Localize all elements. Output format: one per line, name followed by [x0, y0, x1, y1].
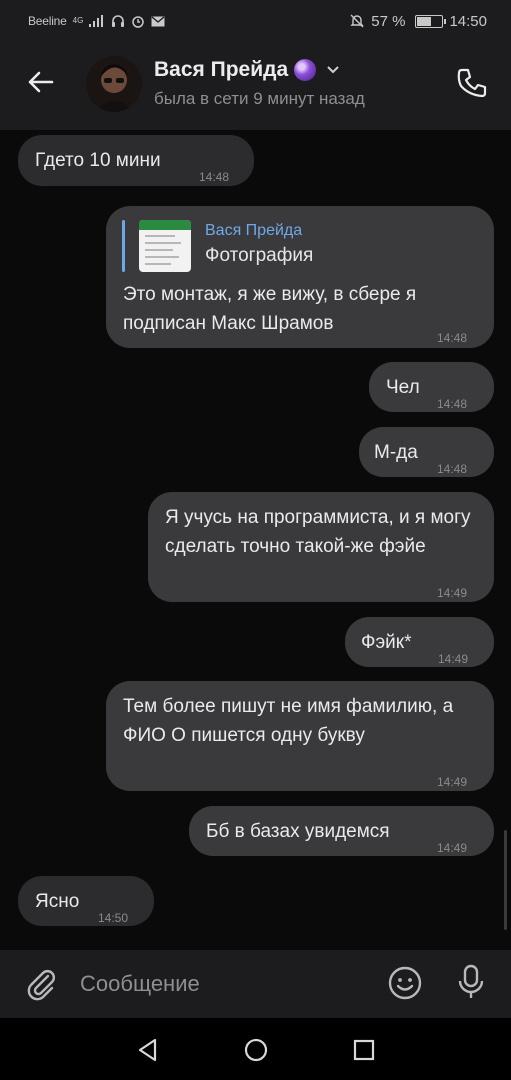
message-text: Бб в базах увидемся	[206, 821, 390, 842]
message-text: Тем более пишут не имя фамилию, а ФИО О …	[123, 696, 454, 746]
message-time: 14:48	[437, 331, 468, 345]
paperclip-icon	[27, 970, 55, 1001]
signal-icon	[89, 15, 104, 27]
status-left: Beeline 4G	[28, 14, 165, 28]
attach-button[interactable]	[22, 964, 60, 1002]
message-bubble[interactable]: Гдето 10 мини 14:48	[18, 135, 254, 186]
message-bubble[interactable]: Тем более пишут не имя фамилию, а ФИО О …	[106, 681, 494, 791]
back-button[interactable]	[22, 64, 58, 100]
message-bubble[interactable]: Бб в базах увидемся 14:49	[189, 806, 494, 856]
message-time: 14:50	[98, 911, 129, 925]
message-time: 14:48	[437, 462, 468, 476]
microphone-icon	[458, 964, 484, 998]
chat-area[interactable]: Гдето 10 мини 14:48 Вася Прейда Фотограф…	[0, 130, 511, 950]
message-time: 14:49	[437, 841, 468, 855]
emoji-button[interactable]	[386, 964, 424, 1002]
message-text: М-да	[374, 442, 418, 463]
clock: 14:50	[449, 12, 487, 30]
nav-home-circle-icon[interactable]	[242, 1036, 270, 1064]
mail-icon	[151, 16, 165, 26]
message-time: 14:48	[199, 170, 230, 184]
message-input[interactable]	[80, 964, 370, 1004]
message-time: 14:49	[437, 775, 468, 789]
message-text: Гдето 10 мини	[35, 150, 161, 171]
scrollbar[interactable]	[504, 830, 507, 930]
battery-percent: 57 %	[371, 12, 406, 30]
mute-bell-icon	[350, 14, 364, 28]
message-text: Это монтаж, я же вижу, в сбере я подписа…	[123, 284, 417, 334]
message-bubble[interactable]: М-да 14:48	[359, 427, 494, 477]
reply-type: Фотография	[205, 245, 314, 266]
message-text: Ясно	[35, 891, 80, 912]
contact-name-row[interactable]: Вася Прейда	[154, 58, 340, 82]
system-nav-bar	[0, 1018, 511, 1080]
contact-status: была в сети 9 минут назад	[154, 89, 365, 108]
message-time: 14:49	[438, 652, 469, 666]
smiley-icon	[388, 966, 422, 1000]
voice-message-button[interactable]	[452, 962, 490, 1002]
reply-info: Вася Прейда Фотография	[205, 220, 313, 272]
status-bar: Beeline 4G 57 % 14:50	[0, 0, 511, 42]
message-input-bar	[0, 950, 511, 1018]
network-type: 4G	[72, 16, 84, 25]
message-time: 14:48	[437, 397, 468, 411]
avatar[interactable]	[86, 56, 142, 112]
message-bubble[interactable]: Фэйк* 14:49	[345, 617, 494, 667]
call-button[interactable]	[453, 64, 491, 102]
message-bubble[interactable]: Чел 14:48	[369, 362, 494, 412]
reply-preview[interactable]: Вася Прейда Фотография	[122, 220, 313, 272]
message-time: 14:49	[437, 586, 468, 600]
message-text: Фэйк*	[361, 632, 412, 653]
status-right: 57 % 14:50	[349, 13, 487, 30]
message-bubble[interactable]: Я учусь на программиста, и я могу сделат…	[148, 492, 494, 602]
crystal-ball-emoji-icon	[294, 59, 317, 81]
battery-fill	[417, 16, 432, 26]
reply-accent-bar	[122, 220, 125, 272]
arrow-left-icon	[28, 71, 54, 93]
message-bubble[interactable]: Вася Прейда Фотография Это монтаж, я же …	[106, 206, 494, 348]
message-text: Я учусь на программиста, и я могу сделат…	[165, 507, 471, 557]
headphones-icon	[112, 15, 125, 27]
chevron-down-icon	[327, 66, 339, 74]
battery-icon	[415, 14, 447, 28]
avatar-photo	[94, 64, 134, 112]
reply-author: Вася Прейда	[205, 222, 303, 239]
alarm-icon	[132, 16, 145, 28]
nav-recent-square-icon[interactable]	[350, 1036, 378, 1064]
phone-icon	[457, 68, 487, 98]
carrier-label: Beeline	[28, 14, 67, 28]
message-text: Чел	[386, 377, 420, 398]
chat-header: Вася Прейда была в сети 9 минут назад	[0, 42, 511, 130]
message-bubble[interactable]: Ясно 14:50	[18, 876, 154, 926]
contact-name: Вася Прейда	[154, 58, 289, 81]
reply-photo-thumbnail	[139, 220, 191, 272]
nav-back-triangle-icon[interactable]	[134, 1036, 162, 1064]
